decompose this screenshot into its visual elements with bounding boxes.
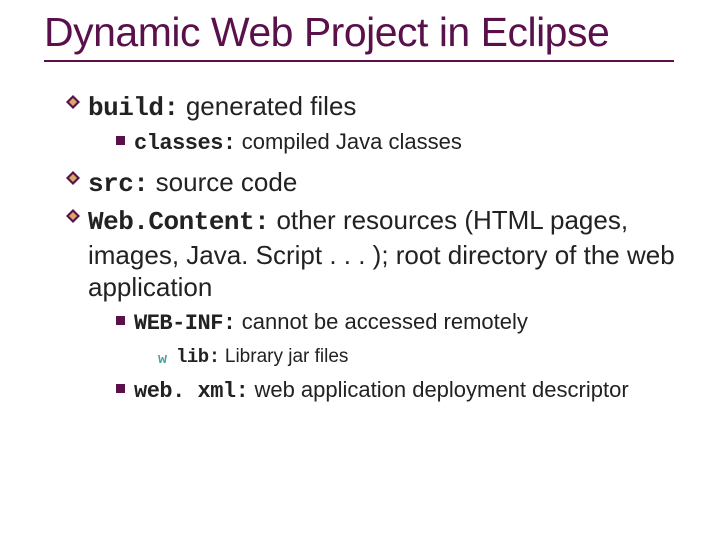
text-build: generated files — [179, 91, 357, 121]
bullet-classes: classes: compiled Java classes — [116, 128, 676, 158]
diamond-icon — [66, 95, 80, 109]
bullet-webxml: web. xml: web application deployment des… — [116, 376, 676, 406]
slide: Dynamic Web Project in Eclipse build: ge… — [0, 0, 720, 540]
code-classes: classes: — [134, 131, 236, 156]
bullet-build: build: generated files — [66, 90, 676, 125]
diamond-icon — [66, 209, 80, 223]
bullet-webcontent: Web.Content: other resources (HTML pages… — [66, 204, 676, 304]
square-icon — [116, 384, 125, 393]
bullet-src: src: source code — [66, 166, 676, 201]
code-lib: lib: — [176, 346, 220, 368]
code-webcontent: Web.Content: — [88, 207, 269, 237]
bullet-lib: w lib: Library jar files — [158, 345, 676, 370]
diamond-icon — [66, 171, 80, 185]
slide-title: Dynamic Web Project in Eclipse — [44, 10, 676, 56]
code-webxml: web. xml: — [134, 379, 248, 404]
text-webinf: cannot be accessed remotely — [236, 309, 528, 334]
text-webxml: web application deployment descriptor — [248, 377, 628, 402]
square-icon — [116, 316, 125, 325]
w-icon: w — [158, 352, 167, 367]
text-classes: compiled Java classes — [236, 129, 462, 154]
code-build: build: — [88, 93, 179, 123]
text-src: source code — [148, 167, 297, 197]
code-src: src: — [88, 169, 148, 199]
bullet-webinf: WEB-INF: cannot be accessed remotely — [116, 308, 676, 338]
title-underline — [44, 60, 674, 62]
code-webinf: WEB-INF: — [134, 311, 236, 336]
text-lib: Library jar files — [220, 346, 349, 367]
square-icon — [116, 136, 125, 145]
